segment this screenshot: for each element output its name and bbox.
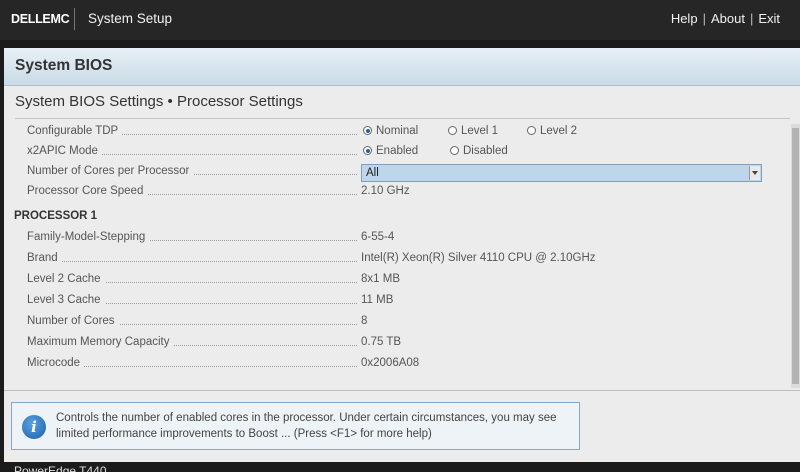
tdp-level2-radio[interactable]: Level 2 [527,125,577,137]
help-box: i Controls the number of enabled cores i… [11,402,580,450]
info-row-value: 0.75 TB [361,336,402,348]
info-row: Maximum Memory Capacity 0.75 TB [4,335,790,355]
info-row-value: 0x2006A08 [361,357,420,369]
link-divider: | [749,11,754,26]
info-row: Level 3 Cache 11 MB [4,293,790,313]
info-row-value: 11 MB [361,294,394,306]
info-icon: i [22,415,46,439]
title-divider [15,118,790,119]
radio-unchecked-icon [450,146,459,155]
radio-unchecked-icon [448,126,457,135]
info-row: Family-Model-Stepping 6-55-4 [4,230,790,250]
configurable-tdp-row: Configurable TDP Nominal Level 1 Level 2 [4,124,790,144]
core-speed-row: Processor Core Speed 2.10 GHz [4,184,790,204]
info-row-label: Number of Cores [27,315,119,327]
configurable-tdp-label: Configurable TDP [27,125,123,137]
core-speed-label: Processor Core Speed [27,185,148,197]
info-row: Level 2 Cache 8x1 MB [4,272,790,292]
chevron-down-icon[interactable] [749,166,760,180]
about-link[interactable]: About [711,11,745,26]
radio-checked-icon [363,126,372,135]
footer-model: PowerEdge T440 [14,464,107,472]
settings-scrollbar[interactable] [791,124,800,388]
app-title: System Setup [88,11,173,26]
link-divider: | [702,11,706,26]
tdp-nominal-label: Nominal [376,125,419,137]
info-row: Microcode 0x2006A08 [4,356,790,376]
cores-per-processor-row: Number of Cores per Processor All [4,164,790,184]
scrollbar-thumb[interactable] [792,128,799,384]
exit-link[interactable]: Exit [758,11,780,26]
help-divider [4,390,800,391]
cores-per-processor-label: Number of Cores per Processor [27,165,194,177]
info-row-value: Intel(R) Xeon(R) Silver 4110 CPU @ 2.10G… [361,252,596,264]
section-title: System BIOS [15,57,113,74]
info-row-label: Microcode [27,357,85,369]
footer-bar: PowerEdge T440 [0,462,800,472]
radio-checked-icon [363,146,372,155]
x2apic-enabled-radio[interactable]: Enabled [363,145,418,157]
core-speed-value: 2.10 GHz [361,185,410,197]
info-row-value: 8x1 MB [361,273,400,285]
radio-unchecked-icon [527,126,536,135]
x2apic-mode-row: x2APIC Mode Enabled Disabled [4,144,790,164]
info-row-label: Brand [27,252,62,264]
info-row-label: Level 3 Cache [27,294,105,306]
help-link[interactable]: Help [671,11,698,26]
section-header: System BIOS [4,48,800,86]
settings-list: Configurable TDP Nominal Level 1 Level 2… [4,124,790,386]
header-separator [74,8,75,30]
tdp-level2-label: Level 2 [540,125,578,137]
x2apic-disabled-radio[interactable]: Disabled [450,145,508,157]
header-links: Help | About | Exit [671,11,780,26]
dell-emc-logo: DELLEMC [11,12,70,26]
info-row-value: 8 [361,315,368,327]
info-row: Number of Cores 8 [4,314,790,334]
tdp-level1-radio[interactable]: Level 1 [448,125,498,137]
processor-1-heading: PROCESSOR 1 [14,210,98,222]
info-row: Brand Intel(R) Xeon(R) Silver 4110 CPU @… [4,251,790,271]
leader-dots [27,261,357,262]
top-bar: DELLEMC System Setup Help | About | Exit [0,0,800,40]
x2apic-mode-label: x2APIC Mode [27,145,102,157]
info-row-value: 6-55-4 [361,231,395,243]
info-row-label: Family-Model-Stepping [27,231,150,243]
help-text: Controls the number of enabled cores in … [56,412,557,440]
info-row-label: Maximum Memory Capacity [27,336,174,348]
tdp-level1-label: Level 1 [461,125,499,137]
cores-per-processor-dropdown[interactable]: All [361,164,762,182]
tdp-nominal-radio[interactable]: Nominal [363,125,418,137]
cores-per-processor-value: All [366,167,379,179]
info-row-label: Level 2 Cache [27,273,105,285]
main-panel: System BIOS System BIOS Settings • Proce… [4,48,800,472]
page-breadcrumb: System BIOS Settings • Processor Setting… [15,93,303,110]
x2apic-disabled-label: Disabled [463,145,508,157]
x2apic-enabled-label: Enabled [376,145,419,157]
